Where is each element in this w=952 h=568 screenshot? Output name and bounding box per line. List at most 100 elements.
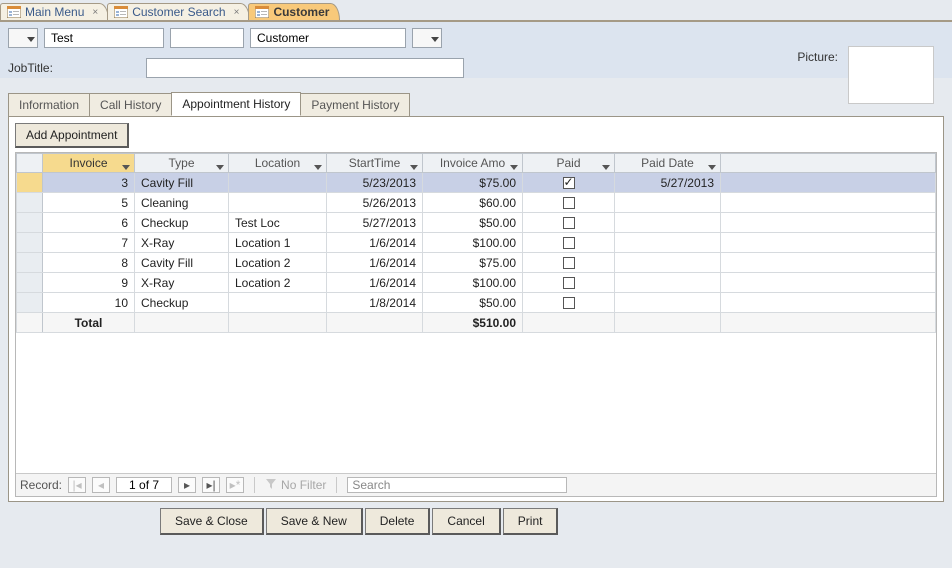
checkbox-icon[interactable] — [563, 217, 575, 229]
cell-invoice[interactable]: 10 — [43, 293, 135, 313]
col-invoice-amount[interactable]: Invoice Amo — [423, 154, 523, 173]
title-select[interactable] — [8, 28, 38, 48]
checkbox-icon[interactable] — [563, 297, 575, 309]
cell-paid-date[interactable] — [615, 253, 721, 273]
row-header[interactable] — [17, 293, 43, 313]
table-row[interactable]: 5Cleaning 5/26/2013$60.00 — [17, 193, 936, 213]
col-start-time[interactable]: StartTime — [327, 154, 423, 173]
cell-location[interactable]: Location 1 — [229, 233, 327, 253]
table-row[interactable]: 7X-RayLocation 11/6/2014$100.00 — [17, 233, 936, 253]
table-row[interactable]: 10Checkup1/8/2014$50.00 — [17, 293, 936, 313]
col-location[interactable]: Location — [229, 154, 327, 173]
row-header[interactable] — [17, 193, 43, 213]
table-row[interactable]: 9X-RayLocation 21/6/2014$100.00 — [17, 273, 936, 293]
row-header[interactable] — [17, 173, 43, 193]
cell-start-time[interactable]: 1/6/2014 — [327, 233, 423, 253]
middle-name-field[interactable] — [170, 28, 244, 48]
nav-next-button[interactable]: ▸ — [178, 477, 196, 493]
cell-paid[interactable] — [523, 293, 615, 313]
cancel-button[interactable]: Cancel — [432, 508, 500, 535]
cell-paid[interactable] — [523, 233, 615, 253]
table-row[interactable]: 8Cavity FillLocation 21/6/2014$75.00 — [17, 253, 936, 273]
last-name-field[interactable] — [250, 28, 406, 48]
cell-location[interactable]: Location 2 — [229, 273, 327, 293]
col-type[interactable]: Type — [135, 154, 229, 173]
nav-last-button[interactable]: ▸| — [202, 477, 220, 493]
row-selector-header[interactable] — [17, 154, 43, 173]
suffix-select[interactable] — [412, 28, 442, 48]
cell-paid[interactable] — [523, 213, 615, 233]
tab-call-history[interactable]: Call History — [89, 93, 172, 116]
save-new-button[interactable]: Save & New — [266, 508, 363, 535]
cell-type[interactable]: Cavity Fill — [135, 173, 229, 193]
cell-paid-date[interactable]: 5/27/2013 — [615, 173, 721, 193]
cell-start-time[interactable]: 5/23/2013 — [327, 173, 423, 193]
cell-type[interactable]: X-Ray — [135, 233, 229, 253]
row-header[interactable] — [17, 213, 43, 233]
table-row[interactable]: 6CheckupTest Loc5/27/2013$50.00 — [17, 213, 936, 233]
cell-paid[interactable] — [523, 253, 615, 273]
col-paid-date[interactable]: Paid Date — [615, 154, 721, 173]
checkbox-icon[interactable] — [563, 197, 575, 209]
cell-start-time[interactable]: 1/6/2014 — [327, 273, 423, 293]
checkbox-icon[interactable] — [563, 177, 575, 189]
cell-amount[interactable]: $100.00 — [423, 273, 523, 293]
cell-invoice[interactable]: 9 — [43, 273, 135, 293]
cell-location[interactable]: Test Loc — [229, 213, 327, 233]
checkbox-icon[interactable] — [563, 257, 575, 269]
cell-paid-date[interactable] — [615, 293, 721, 313]
cell-amount[interactable]: $100.00 — [423, 233, 523, 253]
cell-type[interactable]: Checkup — [135, 293, 229, 313]
cell-amount[interactable]: $75.00 — [423, 253, 523, 273]
cell-start-time[interactable]: 1/8/2014 — [327, 293, 423, 313]
tab-appointment-history[interactable]: Appointment History — [171, 92, 301, 116]
first-name-field[interactable] — [44, 28, 164, 48]
cell-paid-date[interactable] — [615, 233, 721, 253]
cell-amount[interactable]: $60.00 — [423, 193, 523, 213]
cell-location[interactable]: Location 2 — [229, 253, 327, 273]
add-appointment-button[interactable]: Add Appointment — [15, 123, 129, 148]
nav-new-button[interactable]: ▸* — [226, 477, 244, 493]
close-icon[interactable]: × — [92, 7, 98, 18]
cell-invoice[interactable]: 7 — [43, 233, 135, 253]
table-row[interactable]: 3Cavity Fill 5/23/2013$75.00 5/27/2013 — [17, 173, 936, 193]
cell-type[interactable]: Cavity Fill — [135, 253, 229, 273]
cell-invoice[interactable]: 6 — [43, 213, 135, 233]
cell-type[interactable]: Cleaning — [135, 193, 229, 213]
job-title-field[interactable] — [146, 58, 464, 78]
no-filter-indicator[interactable]: No Filter — [265, 478, 326, 493]
tab-payment-history[interactable]: Payment History — [300, 93, 410, 116]
cell-location[interactable] — [229, 293, 327, 313]
row-header[interactable] — [17, 273, 43, 293]
doc-tab-main-menu[interactable]: Main Menu× — [0, 3, 109, 20]
cell-type[interactable]: X-Ray — [135, 273, 229, 293]
doc-tab-customer[interactable]: Customer — [248, 3, 340, 20]
tab-information[interactable]: Information — [8, 93, 90, 116]
delete-button[interactable]: Delete — [365, 508, 431, 535]
cell-invoice[interactable]: 3 — [43, 173, 135, 193]
cell-start-time[interactable]: 1/6/2014 — [327, 253, 423, 273]
cell-invoice[interactable]: 8 — [43, 253, 135, 273]
doc-tab-customer-search[interactable]: Customer Search× — [107, 3, 250, 20]
cell-paid-date[interactable] — [615, 193, 721, 213]
cell-amount[interactable]: $75.00 — [423, 173, 523, 193]
cell-start-time[interactable]: 5/27/2013 — [327, 213, 423, 233]
search-input[interactable]: Search — [347, 477, 567, 493]
col-invoice[interactable]: Invoice — [43, 154, 135, 173]
cell-type[interactable]: Checkup — [135, 213, 229, 233]
cell-paid-date[interactable] — [615, 213, 721, 233]
checkbox-icon[interactable] — [563, 277, 575, 289]
nav-prev-button[interactable]: ◂ — [92, 477, 110, 493]
row-header[interactable] — [17, 253, 43, 273]
save-close-button[interactable]: Save & Close — [160, 508, 264, 535]
cell-amount[interactable]: $50.00 — [423, 213, 523, 233]
cell-paid[interactable] — [523, 273, 615, 293]
cell-paid[interactable] — [523, 173, 615, 193]
close-icon[interactable]: × — [234, 7, 240, 18]
picture-box[interactable] — [848, 46, 934, 104]
cell-invoice[interactable]: 5 — [43, 193, 135, 213]
cell-start-time[interactable]: 5/26/2013 — [327, 193, 423, 213]
cell-location[interactable] — [229, 173, 327, 193]
nav-first-button[interactable]: |◂ — [68, 477, 86, 493]
col-paid[interactable]: Paid — [523, 154, 615, 173]
